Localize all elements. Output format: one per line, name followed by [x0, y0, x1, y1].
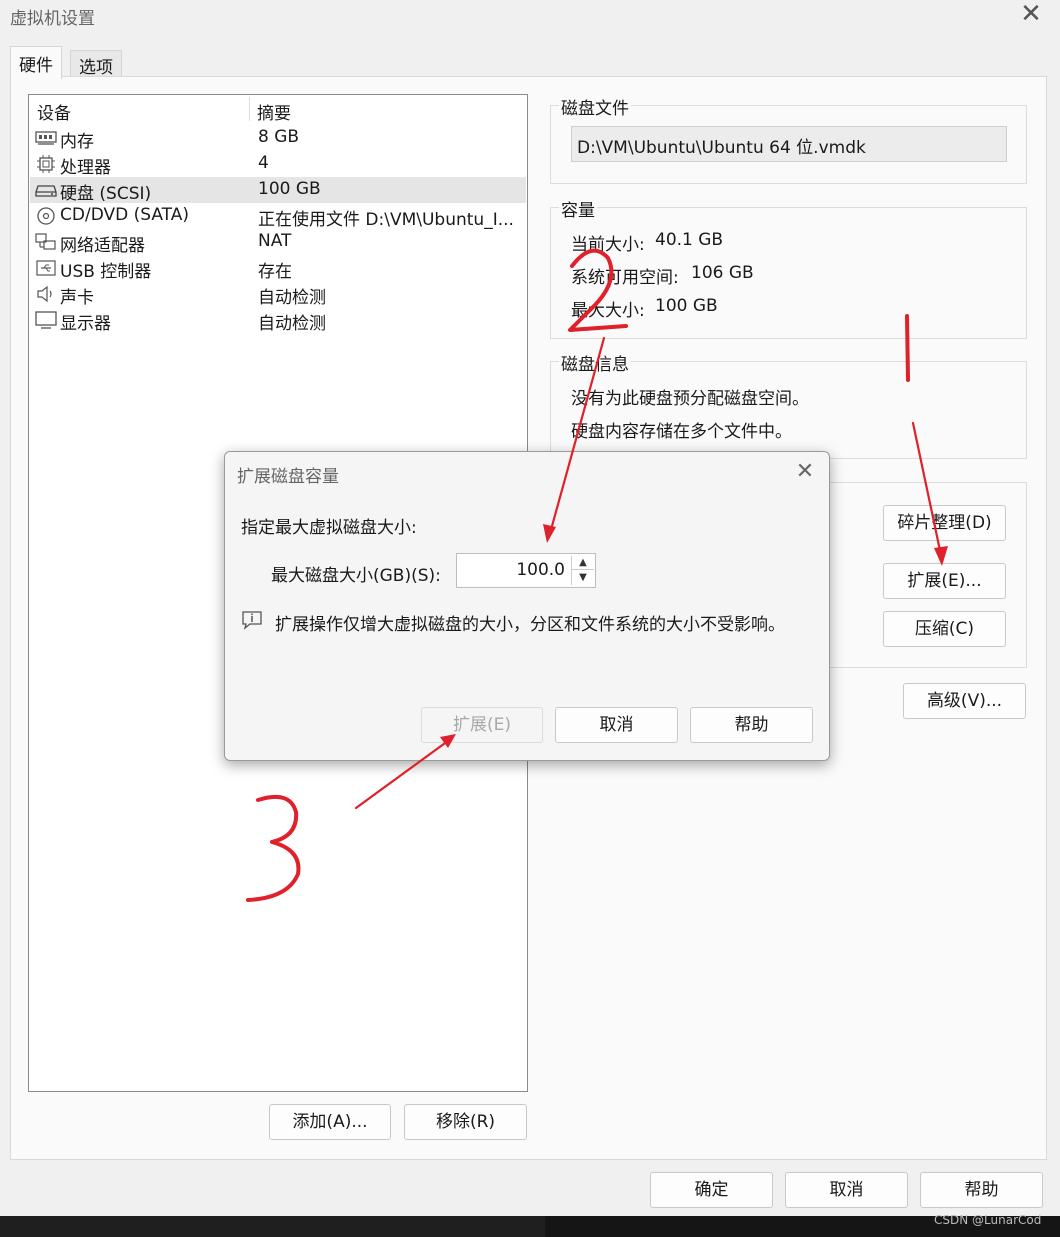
device-row-cd-dvd[interactable]: CD/DVD (SATA) 正在使用文件 D:\VM\Ubuntu_I... — [30, 203, 526, 230]
ok-button[interactable]: 确定 — [650, 1172, 773, 1208]
stepper-arrows: ▲ ▼ — [571, 556, 594, 585]
device-name: 显示器 — [60, 314, 111, 334]
dialog-help-button[interactable]: 帮助 — [690, 707, 813, 743]
tab-options[interactable]: 选项 — [70, 50, 122, 78]
dialog-cancel-button[interactable]: 取消 — [555, 707, 678, 743]
current-size-value: 40.1 GB — [655, 230, 724, 250]
stepper-down-icon[interactable]: ▼ — [572, 571, 594, 585]
device-summary: 8 GB — [258, 127, 300, 147]
tab-hardware[interactable]: 硬件 — [10, 46, 62, 79]
remove-device-button[interactable]: 移除(R) — [404, 1104, 527, 1140]
device-summary: 正在使用文件 D:\VM\Ubuntu_I... — [258, 210, 514, 230]
column-divider[interactable] — [249, 97, 250, 121]
column-header-device[interactable]: 设备 — [37, 99, 71, 125]
cd-dvd-icon — [37, 207, 55, 225]
disk-file-path[interactable]: D:\VM\Ubuntu\Ubuntu 64 位.vmdk — [571, 126, 1007, 162]
title-bar: 虚拟机设置 ✕ — [0, 0, 1060, 40]
column-header-summary[interactable]: 摘要 — [257, 99, 291, 125]
group-title: 容量 — [559, 196, 597, 221]
device-summary: 存在 — [258, 262, 292, 282]
expand-disk-dialog: 扩展磁盘容量 ✕ 指定最大虚拟磁盘大小: 最大磁盘大小(GB)(S): 100.… — [224, 451, 830, 761]
device-row-usb[interactable]: USB 控制器 存在 — [30, 255, 526, 282]
device-summary: 自动检测 — [258, 288, 326, 308]
dialog-expand-button[interactable]: 扩展(E) — [421, 707, 543, 743]
expand-button[interactable]: 扩展(E)... — [883, 563, 1006, 599]
device-name: 内存 — [60, 132, 94, 152]
disk-file-group: 磁盘文件 D:\VM\Ubuntu\Ubuntu 64 位.vmdk — [550, 94, 1027, 184]
add-device-button[interactable]: 添加(A)... — [269, 1104, 391, 1140]
advanced-button[interactable]: 高级(V)... — [903, 683, 1026, 719]
close-icon[interactable]: ✕ — [1016, 0, 1046, 30]
window-title: 虚拟机设置 — [10, 9, 95, 29]
dialog-close-icon[interactable]: ✕ — [791, 458, 819, 486]
max-disk-size-label: 最大磁盘大小(GB)(S): — [271, 566, 441, 586]
device-row-network-adapter[interactable]: 网络适配器 NAT — [30, 229, 526, 256]
max-disk-size-stepper[interactable]: 100.0 ▲ ▼ — [456, 553, 596, 588]
group-title: 磁盘信息 — [559, 350, 631, 375]
defragment-button[interactable]: 碎片整理(D) — [883, 505, 1006, 541]
device-name: 处理器 — [60, 158, 111, 178]
memory-icon — [35, 131, 57, 145]
device-row-display[interactable]: 显示器 自动检测 — [30, 307, 526, 334]
cancel-button[interactable]: 取消 — [785, 1172, 908, 1208]
device-summary: 自动检测 — [258, 314, 326, 334]
device-row-sound[interactable]: 声卡 自动检测 — [30, 281, 526, 308]
processor-icon — [37, 155, 55, 173]
max-size-label: 最大大小: — [571, 301, 645, 321]
device-summary: NAT — [258, 231, 292, 251]
speaker-icon — [37, 285, 52, 303]
monitor-icon — [35, 311, 57, 329]
device-name: 网络适配器 — [60, 236, 145, 256]
group-title: 磁盘文件 — [559, 94, 631, 119]
current-size-label: 当前大小: — [571, 235, 645, 255]
max-size-value: 100 GB — [655, 296, 718, 316]
free-space-value: 106 GB — [691, 263, 754, 283]
stepper-up-icon[interactable]: ▲ — [572, 556, 594, 570]
device-summary: 100 GB — [258, 179, 321, 199]
disk-info-line1: 没有为此硬盘预分配磁盘空间。 — [571, 389, 809, 409]
help-button[interactable]: 帮助 — [920, 1172, 1043, 1208]
dialog-info-text: 扩展操作仅增大虚拟磁盘的大小，分区和文件系统的大小不受影响。 — [275, 615, 785, 635]
device-name: 声卡 — [60, 288, 94, 308]
watermark: CSDN @LunarCod — [934, 1213, 1042, 1227]
network-adapter-icon — [35, 233, 56, 250]
info-icon — [242, 611, 262, 630]
device-name: CD/DVD (SATA) — [60, 205, 189, 225]
device-row-memory[interactable]: 内存 8 GB — [30, 125, 526, 152]
usb-icon — [36, 260, 56, 276]
device-summary: 4 — [258, 153, 269, 173]
compact-button[interactable]: 压缩(C) — [883, 611, 1006, 647]
disk-info-group: 磁盘信息 没有为此硬盘预分配磁盘空间。 硬盘内容存储在多个文件中。 — [550, 350, 1027, 459]
device-row-processor[interactable]: 处理器 4 — [30, 151, 526, 178]
dialog-title: 扩展磁盘容量 — [237, 467, 339, 487]
device-row-harddisk[interactable]: 硬盘 (SCSI) 100 GB — [30, 177, 526, 204]
harddisk-icon — [35, 185, 57, 197]
capacity-group: 容量 当前大小: 40.1 GB 系统可用空间: 106 GB 最大大小: 10… — [550, 196, 1027, 339]
device-name: USB 控制器 — [60, 262, 152, 282]
device-name: 硬盘 (SCSI) — [60, 184, 152, 204]
max-disk-size-value[interactable]: 100.0 — [516, 560, 565, 580]
dialog-prompt: 指定最大虚拟磁盘大小: — [241, 518, 417, 538]
disk-info-line2: 硬盘内容存储在多个文件中。 — [571, 422, 792, 442]
free-space-label: 系统可用空间: — [571, 268, 679, 288]
